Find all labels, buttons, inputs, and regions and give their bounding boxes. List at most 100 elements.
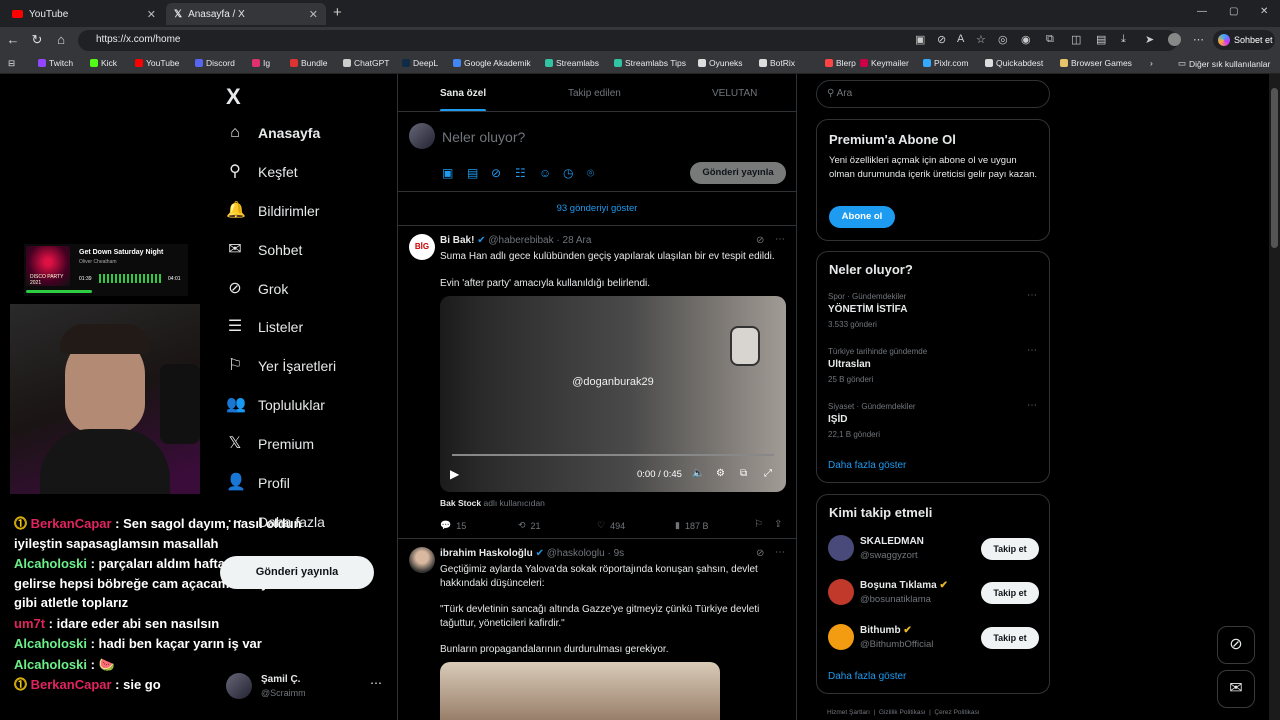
fullscreen-icon[interactable]: ⤢ <box>764 468 772 479</box>
bookmark-discord[interactable]: Discord <box>195 58 235 68</box>
tab-for-you[interactable]: Sana özel <box>440 88 486 99</box>
nav-item-home[interactable]: ⌂ Anasayfa <box>226 124 320 142</box>
collections-icon[interactable]: ▤ <box>1096 33 1106 46</box>
minimize-button[interactable]: — <box>1197 6 1207 17</box>
bookmark-quickabdest[interactable]: Quickabdest <box>985 58 1043 68</box>
extensions-icon[interactable]: ⧉ <box>1046 33 1054 46</box>
volume-icon[interactable]: 🔈 <box>692 468 704 479</box>
tweet-time[interactable]: 28 Ara <box>563 235 592 246</box>
show-new-posts[interactable]: 93 gönderiyi göster <box>398 203 796 214</box>
tab-x-home[interactable]: 𝕏 Anasayfa / X ✕ <box>166 3 326 25</box>
messages-fab[interactable]: ✉ <box>1217 670 1255 708</box>
search-input[interactable]: ⚲ Ara <box>816 80 1050 108</box>
tweet-author[interactable]: Bi Bak! <box>440 235 474 246</box>
bookmark-google-akademik[interactable]: Google Akademik <box>453 58 531 68</box>
more-icon[interactable]: ⋯ <box>1027 290 1037 301</box>
repost-button[interactable]: ⟲ 21 <box>518 520 541 531</box>
address-bar[interactable]: https://x.com/home <box>78 30 1178 51</box>
bookmark-streamlabs-tips[interactable]: Streamlabs Tips <box>614 58 686 68</box>
bookmark-browser-games[interactable]: Browser Games <box>1060 58 1132 68</box>
account-switcher[interactable]: Şamil Ç. @Scraimm ⋯ <box>226 671 396 707</box>
tab-youtube[interactable]: YouTube ✕ <box>4 3 164 25</box>
other-bookmarks[interactable]: ▭ Diğer sık kullanılanlar <box>1178 58 1270 69</box>
profile-avatar[interactable] <box>1168 33 1181 46</box>
grok-icon[interactable]: ⊘ <box>756 235 764 246</box>
extension-icon[interactable]: ◎ <box>998 33 1008 46</box>
bookmark-icon[interactable]: ⚐ <box>754 519 763 530</box>
scrollbar[interactable] <box>1269 74 1280 720</box>
settings-icon[interactable]: ⚙ <box>716 468 725 479</box>
tweet[interactable]: BİG Bi Bak! ✔ @haberebibak · 28 Ara ⊘ ⋯ … <box>398 226 796 538</box>
subscribe-button[interactable]: Abone ol <box>829 206 895 228</box>
like-button[interactable]: ♡ 494 <box>597 520 625 531</box>
new-tab-button[interactable]: + <box>333 4 342 21</box>
follow-button[interactable]: Takip et <box>981 538 1039 560</box>
show-more-follow[interactable]: Daha fazla göster <box>828 671 906 682</box>
bookmark-pixlr-com[interactable]: Pixlr.com <box>923 58 968 68</box>
tracking-icon[interactable]: ⊘ <box>937 33 946 46</box>
tweet-handle[interactable]: @haberebibak <box>488 235 553 246</box>
maximize-button[interactable]: ▢ <box>1229 6 1238 17</box>
bookmark-kick[interactable]: Kick <box>90 58 117 68</box>
bookmark-deepl[interactable]: DeepL <box>402 58 438 68</box>
nav-item-more-circle[interactable]: ⋯ Daha fazla <box>226 513 325 531</box>
grok-icon[interactable]: ⊘ <box>756 548 764 559</box>
split-screen-icon[interactable]: ◫ <box>1071 33 1081 46</box>
nav-item-bookmark[interactable]: ⚐ Yer İşaretleri <box>226 357 336 375</box>
download-icon[interactable]: ⤓ <box>1121 33 1126 46</box>
copilot-button[interactable]: Sohbet et <box>1213 30 1275 50</box>
footer-link[interactable]: Hizmet Şartları <box>827 709 870 716</box>
read-aloud-icon[interactable]: A <box>957 33 964 45</box>
play-icon[interactable]: ▶ <box>450 467 459 481</box>
bookmark-twitch[interactable]: Twitch <box>38 58 73 68</box>
bookmark-youtube[interactable]: YouTube <box>135 58 179 68</box>
apps-icon[interactable]: ⊟ <box>8 58 15 69</box>
scrollbar-thumb[interactable] <box>1271 88 1278 248</box>
more-icon[interactable]: ⋯ <box>775 547 785 558</box>
home-icon[interactable]: ⌂ <box>53 32 69 48</box>
bookmark-chatgpt[interactable]: ChatGPT <box>343 58 389 68</box>
nav-item-list[interactable]: ☰ Listeler <box>226 318 303 336</box>
tab-following[interactable]: Takip edilen <box>568 88 621 99</box>
video-progress-track[interactable] <box>452 454 774 456</box>
poll-icon[interactable]: ☷ <box>515 166 526 180</box>
follow-button[interactable]: Takip et <box>981 627 1039 649</box>
close-window-button[interactable]: ✕ <box>1260 6 1268 17</box>
back-icon[interactable]: ← <box>5 32 21 48</box>
follow-button[interactable]: Takip et <box>981 582 1039 604</box>
image-icon[interactable]: ▣ <box>915 33 925 46</box>
more-icon[interactable]: ⋯ <box>1193 33 1204 46</box>
more-icon[interactable]: ⋯ <box>1027 345 1037 356</box>
bookmark-streamlabs[interactable]: Streamlabs <box>545 58 599 68</box>
nav-item-bell[interactable]: 🔔 Bildirimler <box>226 202 319 220</box>
tweet-author[interactable]: ibrahim Haskoloğlu <box>440 548 533 559</box>
more-icon[interactable]: ⋯ <box>775 234 785 245</box>
compose-post-button[interactable]: Gönderi yayınla <box>690 162 786 184</box>
emoji-icon[interactable]: ☺ <box>539 166 551 180</box>
bookmark-blerp[interactable]: Blerp <box>825 58 856 68</box>
extension-icon[interactable]: ◉ <box>1021 33 1031 46</box>
views-button[interactable]: ▮ 187 B <box>675 520 708 531</box>
footer-link[interactable]: Gizlilik Politikası <box>879 709 926 716</box>
tweet-video[interactable]: @doganburak29 ▶ 0:00 / 0:45 🔈 ⚙ ⧉ ⤢ <box>440 296 786 492</box>
nav-item-x[interactable]: 𝕏 Premium <box>226 435 314 453</box>
nav-item-search[interactable]: ⚲ Keşfet <box>226 163 298 181</box>
compose-input[interactable]: Neler oluyor? <box>442 129 525 145</box>
nav-item-grok[interactable]: ⊘ Grok <box>226 280 288 298</box>
schedule-icon[interactable]: ◷ <box>563 166 573 180</box>
tab-velutan[interactable]: VELUTAN <box>712 88 757 99</box>
bookmark-keymailer[interactable]: Keymailer <box>860 58 909 68</box>
nav-item-person[interactable]: 👤 Profil <box>226 474 290 492</box>
close-icon[interactable]: ✕ <box>309 8 318 21</box>
grok-fab[interactable]: ⊘ <box>1217 626 1255 664</box>
video-source-name[interactable]: Bak Stock <box>440 498 481 508</box>
reload-icon[interactable]: ↻ <box>29 32 45 48</box>
pip-icon[interactable]: ⧉ <box>740 468 747 479</box>
footer-link[interactable]: Çerez Politikası <box>934 709 979 716</box>
close-icon[interactable]: ✕ <box>147 8 156 21</box>
bookmark-ig[interactable]: Ig <box>252 58 270 68</box>
bookmark-bundle[interactable]: Bundle <box>290 58 327 68</box>
location-icon[interactable]: ⌾ <box>587 166 594 181</box>
show-more-trends[interactable]: Daha fazla göster <box>828 460 906 471</box>
share-icon[interactable]: ⇪ <box>774 519 782 530</box>
